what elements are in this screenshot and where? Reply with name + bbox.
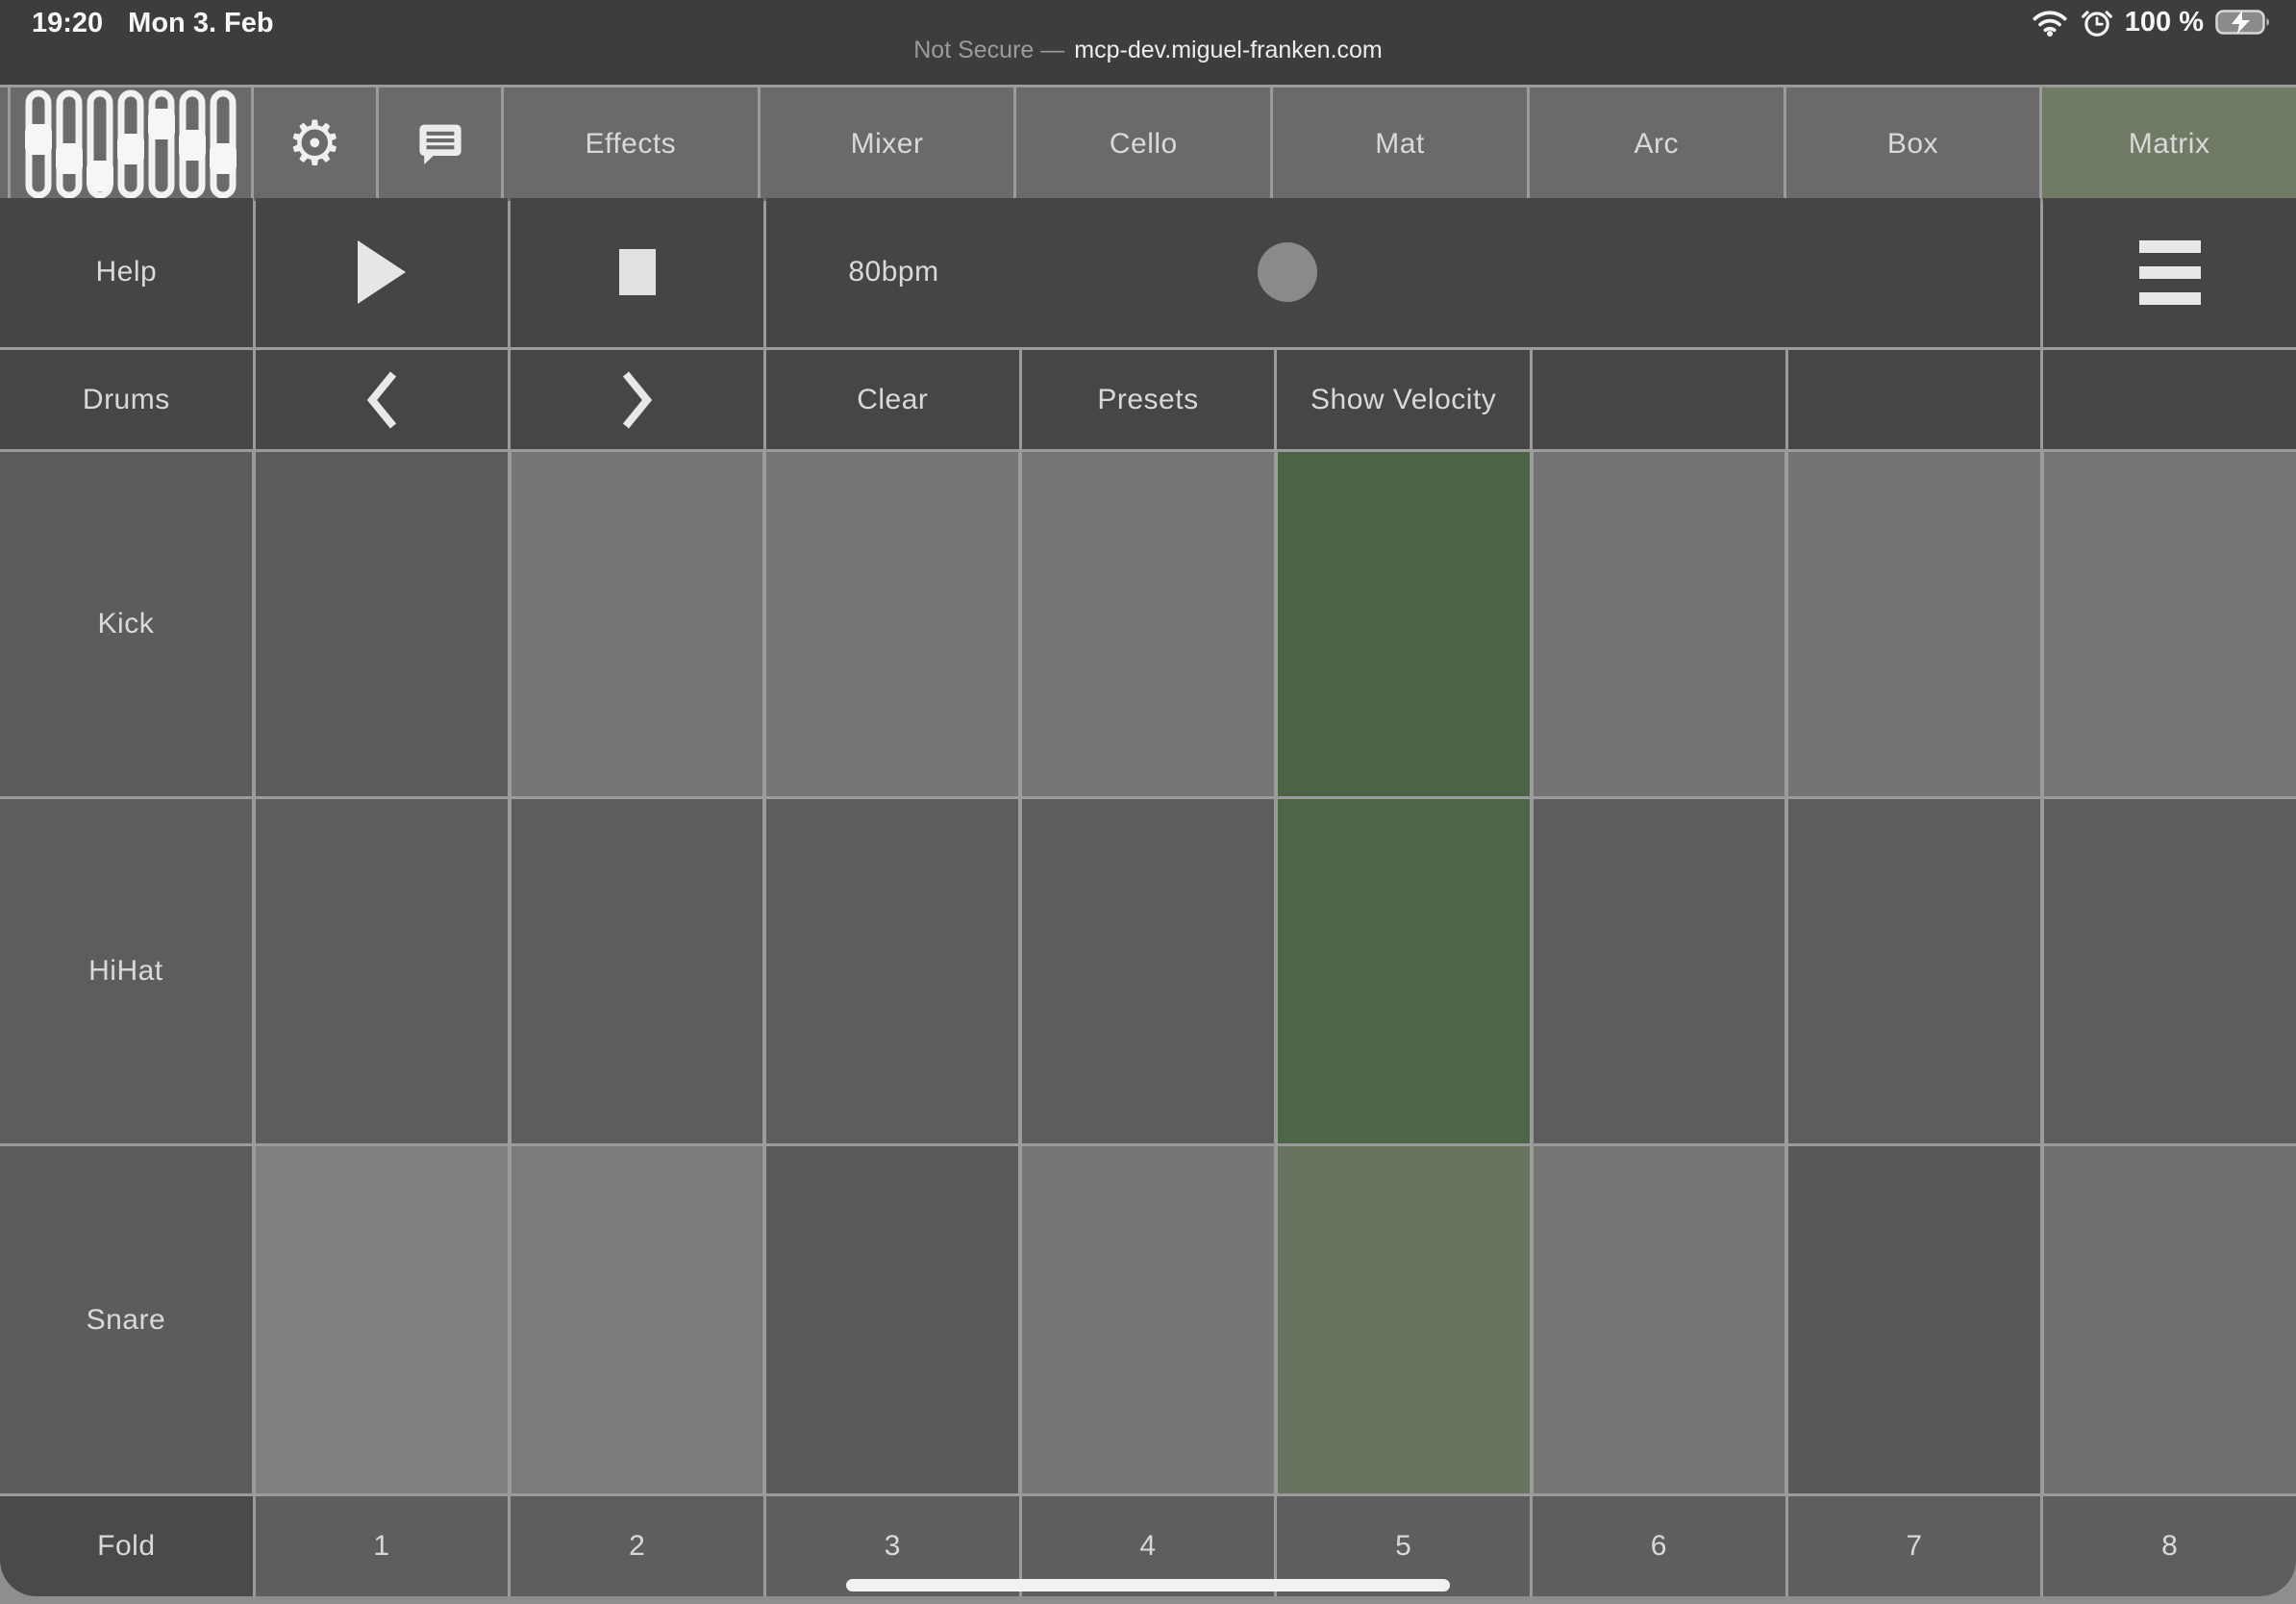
seq-cell-hihat-step6[interactable] [1533,798,1785,1143]
chevron-right-icon [621,370,654,430]
status-bar-left: 19:20 Mon 3. Feb [32,8,274,39]
empty-control-cell [1787,349,2041,450]
seq-cell-kick-step8[interactable] [2044,452,2296,796]
step-number-1[interactable]: 1 [255,1496,509,1596]
stop-icon [618,249,656,296]
seq-cell-kick-step5-active[interactable] [1277,452,1530,796]
tab-mat[interactable]: Mat [1273,88,1527,201]
battery-icon [2215,9,2271,36]
seq-row-label-kick[interactable]: Kick [0,452,252,796]
step-number-6[interactable]: 6 [1532,1496,1785,1596]
seq-cell-hihat-step3[interactable] [766,798,1019,1143]
battery-percent: 100 % [2124,6,2204,38]
nav-bar: ⚙ Effects Mixer Cello Mat Arc Box Matrix [0,88,2296,201]
tab-cello[interactable]: Cello [1016,88,1271,201]
tempo-control: 80bpm [765,198,2041,347]
seq-cell-snare-step4[interactable] [1022,1145,1274,1494]
tab-effects[interactable]: Effects [504,88,758,201]
stop-button[interactable] [511,198,763,347]
seq-cell-snare-step7[interactable] [1788,1145,2041,1494]
seq-cell-kick-step1[interactable] [255,452,508,796]
status-date: Mon 3. Feb [128,8,274,38]
seq-cell-kick-step7[interactable] [1788,452,2041,796]
seq-cell-snare-step1[interactable] [255,1145,508,1494]
prev-pattern-button[interactable] [255,349,509,450]
chat-button[interactable] [379,88,501,201]
pattern-controls: Drums Clear Presets Show Velocity [0,349,2296,450]
show-velocity-button[interactable]: Show Velocity [1277,349,1530,450]
status-bar-right: 100 % [2031,6,2271,38]
seq-cell-kick-step4[interactable] [1022,452,1274,796]
ipad-screen: 19:20 Mon 3. Feb 100 % Not Secure — mcp-… [0,0,2296,1604]
url-text: mcp-dev.miguel-franken.com [1074,37,1383,63]
next-pattern-button[interactable] [511,349,763,450]
wifi-icon [2031,8,2069,37]
fold-button[interactable]: Fold [0,1496,253,1596]
menu-button[interactable] [2043,198,2296,347]
seq-row-snare: Snare [0,1145,2296,1494]
seq-cell-hihat-step8[interactable] [2044,798,2296,1143]
seq-cell-snare-step3[interactable] [766,1145,1019,1494]
tab-matrix[interactable]: Matrix [2042,88,2296,201]
seq-cell-snare-step8[interactable] [2044,1145,2296,1494]
alarm-icon [2081,6,2113,38]
seq-cell-kick-step6[interactable] [1533,452,1785,796]
horizontal-scrollbar[interactable] [846,1579,1450,1591]
seq-row-label-snare[interactable]: Snare [0,1145,252,1494]
chat-icon [417,123,463,165]
clear-button[interactable]: Clear [765,349,1019,450]
transport-bar: Help 80bpm [0,198,2296,347]
tab-mixer[interactable]: Mixer [760,88,1014,201]
seq-cell-hihat-step7[interactable] [1788,798,2041,1143]
status-time: 19:20 [32,8,104,38]
seq-row-label-hihat[interactable]: HiHat [0,798,252,1143]
seq-cell-hihat-step4[interactable] [1022,798,1274,1143]
seq-cell-kick-step2[interactable] [511,452,763,796]
seq-row-kick: Kick [0,452,2296,796]
help-button[interactable]: Help [0,198,253,347]
browser-chrome: 19:20 Mon 3. Feb 100 % Not Secure — mcp-… [0,0,2296,85]
seq-cell-snare-step6[interactable] [1533,1145,1785,1494]
seq-cell-kick-step3[interactable] [766,452,1019,796]
empty-control-cell [2043,349,2296,450]
seq-cell-hihat-step1[interactable] [255,798,508,1143]
gear-icon: ⚙ [287,109,343,180]
instrument-button-drums[interactable]: Drums [0,349,253,450]
sequencer-app: ⚙ Effects Mixer Cello Mat Arc Box Matrix Help [0,85,2296,1596]
seq-cell-hihat-step2[interactable] [511,798,763,1143]
app-logo[interactable] [11,88,251,201]
step-number-2[interactable]: 2 [511,1496,763,1596]
security-label: Not Secure — [913,37,1065,63]
settings-button[interactable]: ⚙ [254,88,376,201]
address-bar[interactable]: Not Secure — mcp-dev.miguel-franken.com [0,37,2296,64]
chevron-left-icon [365,370,398,430]
seq-row-hihat: HiHat [0,798,2296,1143]
seq-cell-snare-step2[interactable] [511,1145,763,1494]
empty-control-cell [1532,349,1785,450]
seq-cell-hihat-step5-active[interactable] [1277,798,1530,1143]
tab-box[interactable]: Box [1785,88,2040,201]
step-number-7[interactable]: 7 [1787,1496,2041,1596]
play-icon [356,238,408,306]
sliders-logo-icon [19,88,242,201]
tab-arc[interactable]: Arc [1529,88,1784,201]
play-button[interactable] [255,198,509,347]
step-number-8[interactable]: 8 [2043,1496,2296,1596]
seq-cell-snare-step5-active[interactable] [1277,1145,1530,1494]
presets-button[interactable]: Presets [1021,349,1275,450]
tempo-value: 80bpm [848,256,939,288]
menu-icon [2138,239,2201,305]
tempo-knob[interactable] [1257,242,1317,303]
nav-edge-sliver [0,88,8,201]
